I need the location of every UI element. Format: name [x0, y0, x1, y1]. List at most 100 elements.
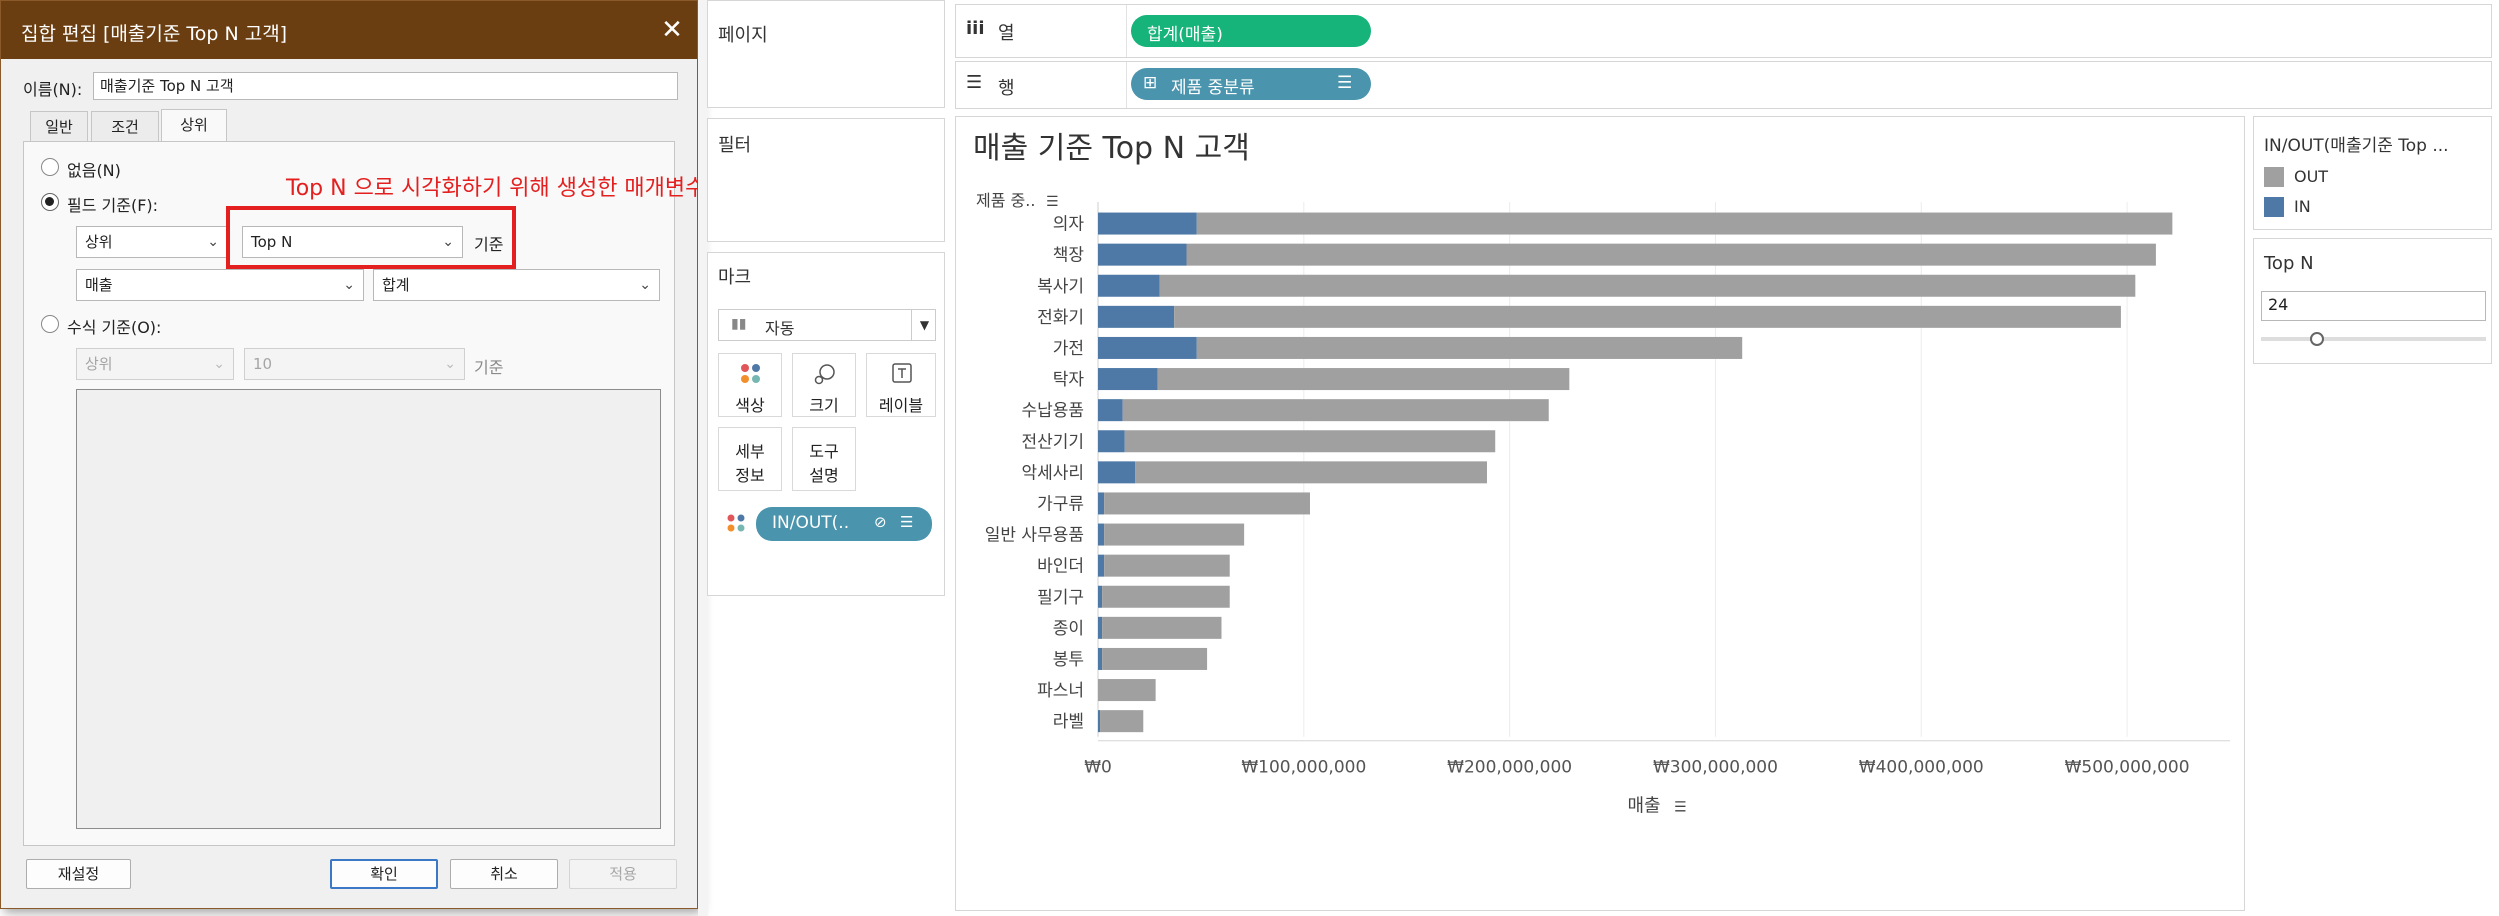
color-icon: [741, 364, 760, 383]
category-label: 전산기기: [1021, 432, 1084, 452]
dialog-titlebar[interactable]: 집합 편집 [매출기준 Top N 고객] ✕: [1, 1, 697, 59]
detail-label-line1: 세부: [735, 442, 765, 461]
sum-sales-pill[interactable]: 합계(매출): [1131, 15, 1371, 47]
bar-in: [1098, 523, 1105, 546]
bar-in: [1098, 461, 1136, 484]
tab-top[interactable]: 상위: [161, 109, 227, 142]
bar-out: [1186, 243, 2156, 266]
bar-out: [1124, 430, 1496, 453]
size-mark-button[interactable]: 크기: [792, 353, 856, 417]
rows-label: 행: [998, 78, 1015, 99]
bar-in: [1098, 647, 1103, 670]
annotation-text: Top N 으로 시각화하기 위해 생성한 매개변수: [286, 176, 706, 201]
field-aggregation-select[interactable]: 합계 ⌄: [373, 269, 660, 301]
formula-direction-select[interactable]: 상위 ⌄: [76, 348, 234, 380]
cancel-button[interactable]: 취소: [450, 859, 558, 889]
columns-icon: iii: [966, 18, 985, 39]
legend-swatch-out[interactable]: [2264, 167, 2284, 187]
bar-out: [1122, 399, 1549, 422]
chevron-down-icon: ⌄: [343, 277, 355, 293]
category-label: 수납용품: [1021, 401, 1084, 421]
parameter-slider-thumb[interactable]: [2310, 332, 2325, 346]
radio-formula-label: 수식 기준(O):: [67, 318, 162, 337]
close-icon[interactable]: ✕: [653, 11, 691, 49]
size-icon: [814, 364, 835, 385]
category-label: 복사기: [1037, 277, 1084, 297]
x-tick-label: ₩400,000,000: [1859, 758, 1984, 778]
category-label: 봉투: [1053, 650, 1084, 670]
name-input[interactable]: 매출기준 Top N 고객: [93, 72, 678, 100]
field-direction-select[interactable]: 상위 ⌄: [76, 226, 228, 258]
sort-icon: ☰: [1674, 800, 1687, 816]
detail-mark-button[interactable]: 세부 정보: [718, 427, 782, 491]
mark-type-select[interactable]: ▮▮ 자동 ▼: [718, 309, 936, 341]
bar-in: [1098, 430, 1125, 453]
chevron-down-icon: ⌄: [639, 277, 651, 293]
radio-formula[interactable]: [41, 315, 59, 333]
in-out-pill-label: IN/OUT(..: [772, 513, 850, 533]
filters-title: 필터: [718, 135, 752, 156]
category-label: 탁자: [1053, 370, 1085, 390]
bar-out: [1157, 368, 1570, 391]
category-label: 가전: [1053, 339, 1084, 359]
product-subcategory-pill[interactable]: ⊞ 제품 중분류 ☰: [1131, 68, 1371, 100]
formula-by-label: 기준: [474, 358, 504, 377]
radio-field[interactable]: [41, 193, 59, 211]
parameter-value-input[interactable]: 24: [2261, 291, 2486, 321]
x-tick-label: ₩500,000,000: [2065, 758, 2190, 778]
text-label-icon: [892, 363, 912, 383]
legend-label-in: IN: [2294, 197, 2311, 216]
edit-set-dialog: 집합 편집 [매출기준 Top N 고객] ✕ 이름(N): 매출기준 Top …: [0, 0, 698, 909]
shelf-divider: [1126, 5, 1127, 57]
bar-in: [1098, 212, 1197, 235]
color-encoding-icon: [727, 514, 745, 532]
formula-value-select[interactable]: 10 ⌄: [244, 348, 465, 380]
formula-editor[interactable]: [76, 389, 661, 829]
parameter-slider-track[interactable]: [2261, 337, 2486, 341]
marks-card: 마크 ▮▮ 자동 ▼ 색상 크기 레이블 세부 정보 도구 설명 IN/OUT(…: [707, 252, 945, 596]
reset-button[interactable]: 재설정: [26, 859, 131, 889]
color-mark-button[interactable]: 색상: [718, 353, 782, 417]
tab-general[interactable]: 일반: [30, 111, 88, 141]
label-mark-button[interactable]: 레이블: [866, 353, 936, 417]
in-out-mark-pill[interactable]: IN/OUT(.. ⊘ ☰: [756, 507, 932, 541]
legend-swatch-in[interactable]: [2264, 197, 2284, 217]
set-icon: ⊘: [874, 513, 887, 531]
tab-condition[interactable]: 조건: [91, 111, 159, 141]
field-direction-value: 상위: [85, 233, 113, 251]
sort-icon: ☰: [1046, 194, 1059, 210]
apply-button[interactable]: 적용: [569, 859, 677, 889]
bar-out: [1196, 212, 2173, 235]
radio-none[interactable]: [41, 158, 59, 176]
field-measure-select[interactable]: 매출 ⌄: [76, 269, 364, 301]
row-header-label: 제품 중..: [976, 191, 1035, 210]
bar-out: [1102, 616, 1222, 639]
legend-title: IN/OUT(매출기준 Top ...: [2264, 136, 2449, 156]
bar-out: [1196, 336, 1743, 359]
bar-out: [1104, 554, 1230, 577]
ok-button[interactable]: 확인: [330, 859, 438, 889]
marks-title: 마크: [718, 267, 752, 288]
tooltip-label-line2: 설명: [809, 466, 839, 485]
bar-out: [1174, 305, 2121, 328]
bar-out: [1098, 679, 1156, 702]
bar-chart-icon: ▮▮: [731, 316, 747, 332]
radio-field-label: 필드 기준(F):: [67, 196, 159, 215]
bar-in: [1098, 554, 1105, 577]
bar-in: [1098, 368, 1158, 391]
bar-in: [1098, 305, 1175, 328]
tooltip-mark-button[interactable]: 도구 설명: [792, 427, 856, 491]
bar-in: [1098, 616, 1103, 639]
bar-in: [1098, 710, 1101, 733]
mark-type-value: 자동: [765, 319, 795, 338]
category-label: 책장: [1053, 246, 1085, 266]
bar-out: [1159, 274, 2136, 297]
bar-in: [1098, 399, 1123, 422]
bar-out: [1135, 461, 1487, 484]
bar-in: [1098, 336, 1197, 359]
category-label: 악세사리: [1021, 463, 1084, 483]
bar-chart: 매출 기준 Top N 고객제품 중.. ☰ 의자책장복사기전화기가전탁자수납용품전…: [973, 131, 2230, 817]
category-label: 전화기: [1037, 308, 1084, 328]
detail-label-line2: 정보: [735, 466, 765, 485]
category-label: 종이: [1053, 619, 1084, 639]
